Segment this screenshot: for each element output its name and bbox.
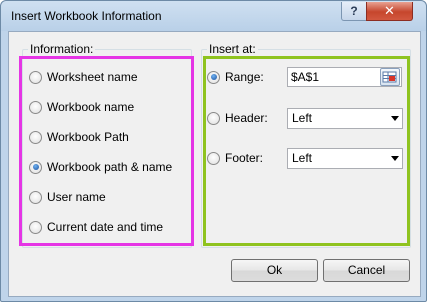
close-icon: ✕ (384, 3, 395, 18)
header-radio[interactable] (207, 111, 220, 125)
workbook-path-and-name-label: Workbook path & name (47, 160, 173, 174)
close-button[interactable]: ✕ (366, 2, 413, 21)
insert-at-legend: Insert at: (207, 42, 258, 56)
range-radio[interactable] (207, 70, 220, 84)
footer-dropdown[interactable]: Left (287, 148, 403, 169)
range-option[interactable]: Range: (207, 69, 264, 85)
dialog-title: Insert Workbook Information (11, 9, 162, 23)
cancel-button[interactable]: Cancel (323, 259, 410, 282)
footer-option[interactable]: Footer: (207, 150, 263, 166)
ok-button[interactable]: Ok (231, 259, 318, 282)
user-name-label: User name (47, 190, 106, 204)
worksheet-name-radio[interactable] (29, 70, 42, 84)
current-date-and-time-label: Current date and time (47, 220, 164, 234)
workbook-path-label: Workbook Path (47, 130, 129, 144)
range-select-button[interactable] (380, 68, 400, 86)
header-option[interactable]: Header: (207, 110, 268, 126)
workbook-name-label: Workbook name (47, 100, 135, 114)
workbook-path-and-name-radio[interactable] (29, 160, 42, 174)
option-workbook-name[interactable]: Workbook name (29, 99, 134, 115)
workbook-name-radio[interactable] (29, 100, 42, 114)
header-dropdown[interactable]: Left (287, 108, 403, 129)
title-bar[interactable]: Insert Workbook Information ? ✕ (1, 1, 426, 31)
option-current-date-and-time[interactable]: Current date and time (29, 219, 163, 235)
header-label: Header: (225, 111, 268, 125)
dialog-body: Information: Worksheet name Workbook nam… (8, 31, 421, 297)
chevron-down-icon (391, 116, 399, 121)
range-label: Range: (225, 70, 264, 84)
workbook-path-radio[interactable] (29, 130, 42, 144)
footer-radio[interactable] (207, 151, 220, 165)
footer-label: Footer: (225, 151, 264, 165)
range-select-icon (382, 71, 397, 83)
user-name-radio[interactable] (29, 190, 42, 204)
help-icon: ? (350, 4, 358, 18)
footer-dropdown-value: Left (292, 151, 313, 165)
help-button[interactable]: ? (341, 2, 367, 21)
option-workbook-path-and-name[interactable]: Workbook path & name (29, 159, 172, 175)
option-workbook-path[interactable]: Workbook Path (29, 129, 129, 145)
information-legend: Information: (28, 42, 96, 56)
worksheet-name-label: Worksheet name (47, 70, 138, 84)
chevron-down-icon (391, 156, 399, 161)
option-user-name[interactable]: User name (29, 189, 106, 205)
header-dropdown-value: Left (292, 111, 313, 125)
dialog-window: Insert Workbook Information ? ✕ Informat… (0, 0, 427, 302)
current-date-and-time-radio[interactable] (29, 220, 42, 234)
option-worksheet-name[interactable]: Worksheet name (29, 69, 138, 85)
